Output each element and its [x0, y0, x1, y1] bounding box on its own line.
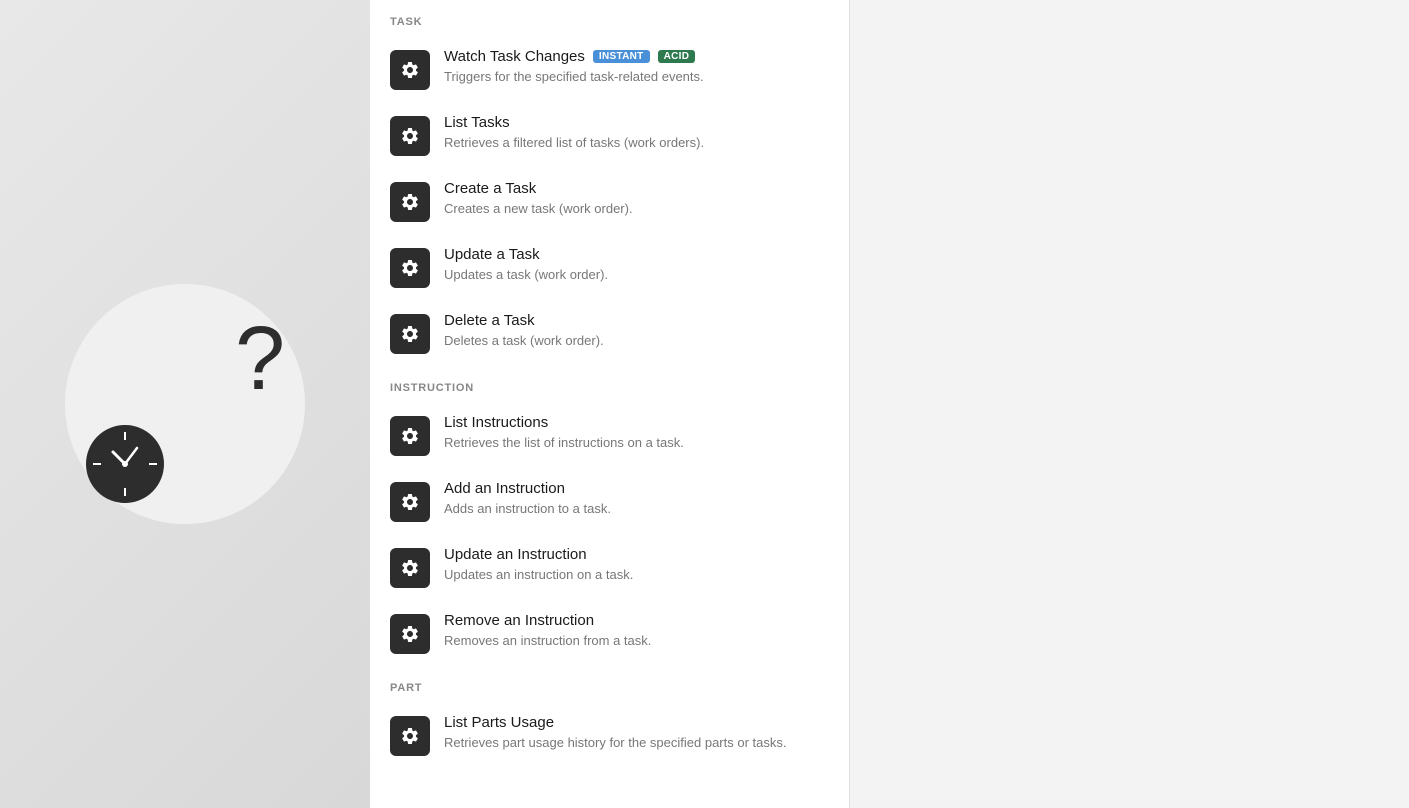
item-title-remove-an-instruction: Remove an Instruction	[444, 612, 594, 629]
gear-icon-watch-task-changes	[390, 50, 430, 90]
item-text-watch-task-changes: Watch Task Changes INSTANT ACID Triggers fo…	[444, 48, 829, 86]
item-title-row-create-a-task: Create a Task	[444, 180, 829, 197]
item-description-list-parts-usage: Retrieves part usage history for the spe…	[444, 734, 829, 752]
illustration: ?	[55, 274, 315, 534]
item-description-update-a-task: Updates a task (work order).	[444, 266, 829, 284]
item-text-delete-a-task: Delete a Task Deletes a task (work order)…	[444, 312, 829, 350]
gear-icon-list-parts-usage	[390, 716, 430, 756]
list-item-remove-an-instruction[interactable]: Remove an Instruction Removes an instruct…	[370, 600, 849, 666]
gear-icon-update-a-task	[390, 248, 430, 288]
item-title-row-add-an-instruction: Add an Instruction	[444, 480, 829, 497]
list-item-update-a-task[interactable]: Update a Task Updates a task (work order)…	[370, 234, 849, 300]
list-item-update-an-instruction[interactable]: Update an Instruction Updates an instruct…	[370, 534, 849, 600]
item-text-add-an-instruction: Add an Instruction Adds an instruction to…	[444, 480, 829, 518]
item-title-row-watch-task-changes: Watch Task Changes INSTANT ACID	[444, 48, 829, 65]
item-title-row-delete-a-task: Delete a Task	[444, 312, 829, 329]
item-title-watch-task-changes: Watch Task Changes	[444, 48, 585, 65]
badge-instant-watch-task-changes: INSTANT	[593, 50, 650, 63]
list-item-list-instructions[interactable]: List Instructions Retrieves the list of i…	[370, 402, 849, 468]
main-content: TASK Watch Task Changes INSTANT ACID Trigge…	[370, 0, 1409, 808]
list-panel: TASK Watch Task Changes INSTANT ACID Trigge…	[370, 0, 850, 808]
item-title-update-an-instruction: Update an Instruction	[444, 546, 587, 563]
item-description-list-tasks: Retrieves a filtered list of tasks (work…	[444, 134, 829, 152]
item-title-row-list-tasks: List Tasks	[444, 114, 829, 131]
gear-icon-list-instructions	[390, 416, 430, 456]
item-title-row-update-an-instruction: Update an Instruction	[444, 546, 829, 563]
gear-icon-remove-an-instruction	[390, 614, 430, 654]
list-item-list-parts-usage[interactable]: List Parts Usage Retrieves part usage his…	[370, 702, 849, 768]
gear-icon-add-an-instruction	[390, 482, 430, 522]
item-text-list-instructions: List Instructions Retrieves the list of i…	[444, 414, 829, 452]
question-mark-icon: ?	[235, 314, 285, 404]
list-item-add-an-instruction[interactable]: Add an Instruction Adds an instruction to…	[370, 468, 849, 534]
item-title-list-tasks: List Tasks	[444, 114, 510, 131]
item-title-list-instructions: List Instructions	[444, 414, 548, 431]
item-description-update-an-instruction: Updates an instruction on a task.	[444, 566, 829, 584]
item-title-list-parts-usage: List Parts Usage	[444, 714, 554, 731]
item-text-remove-an-instruction: Remove an Instruction Removes an instruct…	[444, 612, 829, 650]
item-text-update-a-task: Update a Task Updates a task (work order)…	[444, 246, 829, 284]
item-text-list-parts-usage: List Parts Usage Retrieves part usage his…	[444, 714, 829, 752]
item-text-update-an-instruction: Update an Instruction Updates an instruct…	[444, 546, 829, 584]
item-description-create-a-task: Creates a new task (work order).	[444, 200, 829, 218]
gear-icon-update-an-instruction	[390, 548, 430, 588]
item-description-delete-a-task: Deletes a task (work order).	[444, 332, 829, 350]
section-header-part: PART	[370, 666, 849, 702]
list-item-watch-task-changes[interactable]: Watch Task Changes INSTANT ACID Triggers fo…	[370, 36, 849, 102]
badge-acid-watch-task-changes: ACID	[658, 50, 696, 63]
gear-icon-delete-a-task	[390, 314, 430, 354]
gear-icon-create-a-task	[390, 182, 430, 222]
item-description-watch-task-changes: Triggers for the specified task-related …	[444, 68, 829, 86]
item-text-list-tasks: List Tasks Retrieves a filtered list of t…	[444, 114, 829, 152]
item-description-add-an-instruction: Adds an instruction to a task.	[444, 500, 829, 518]
clock-icon	[85, 424, 165, 504]
list-item-create-a-task[interactable]: Create a Task Creates a new task (work or…	[370, 168, 849, 234]
item-title-row-remove-an-instruction: Remove an Instruction	[444, 612, 829, 629]
item-title-delete-a-task: Delete a Task	[444, 312, 535, 329]
item-text-create-a-task: Create a Task Creates a new task (work or…	[444, 180, 829, 218]
item-title-update-a-task: Update a Task	[444, 246, 540, 263]
item-title-create-a-task: Create a Task	[444, 180, 536, 197]
item-description-list-instructions: Retrieves the list of instructions on a …	[444, 434, 829, 452]
item-title-row-update-a-task: Update a Task	[444, 246, 829, 263]
section-header-task: TASK	[370, 0, 849, 36]
illustration-circle: ?	[65, 284, 305, 524]
item-title-row-list-parts-usage: List Parts Usage	[444, 714, 829, 731]
item-title-add-an-instruction: Add an Instruction	[444, 480, 565, 497]
list-item-list-tasks[interactable]: List Tasks Retrieves a filtered list of t…	[370, 102, 849, 168]
left-illustration-panel: ?	[0, 0, 370, 808]
section-header-instruction: INSTRUCTION	[370, 366, 849, 402]
item-description-remove-an-instruction: Removes an instruction from a task.	[444, 632, 829, 650]
list-item-delete-a-task[interactable]: Delete a Task Deletes a task (work order)…	[370, 300, 849, 366]
item-title-row-list-instructions: List Instructions	[444, 414, 829, 431]
gear-icon-list-tasks	[390, 116, 430, 156]
right-panel	[850, 0, 1409, 808]
